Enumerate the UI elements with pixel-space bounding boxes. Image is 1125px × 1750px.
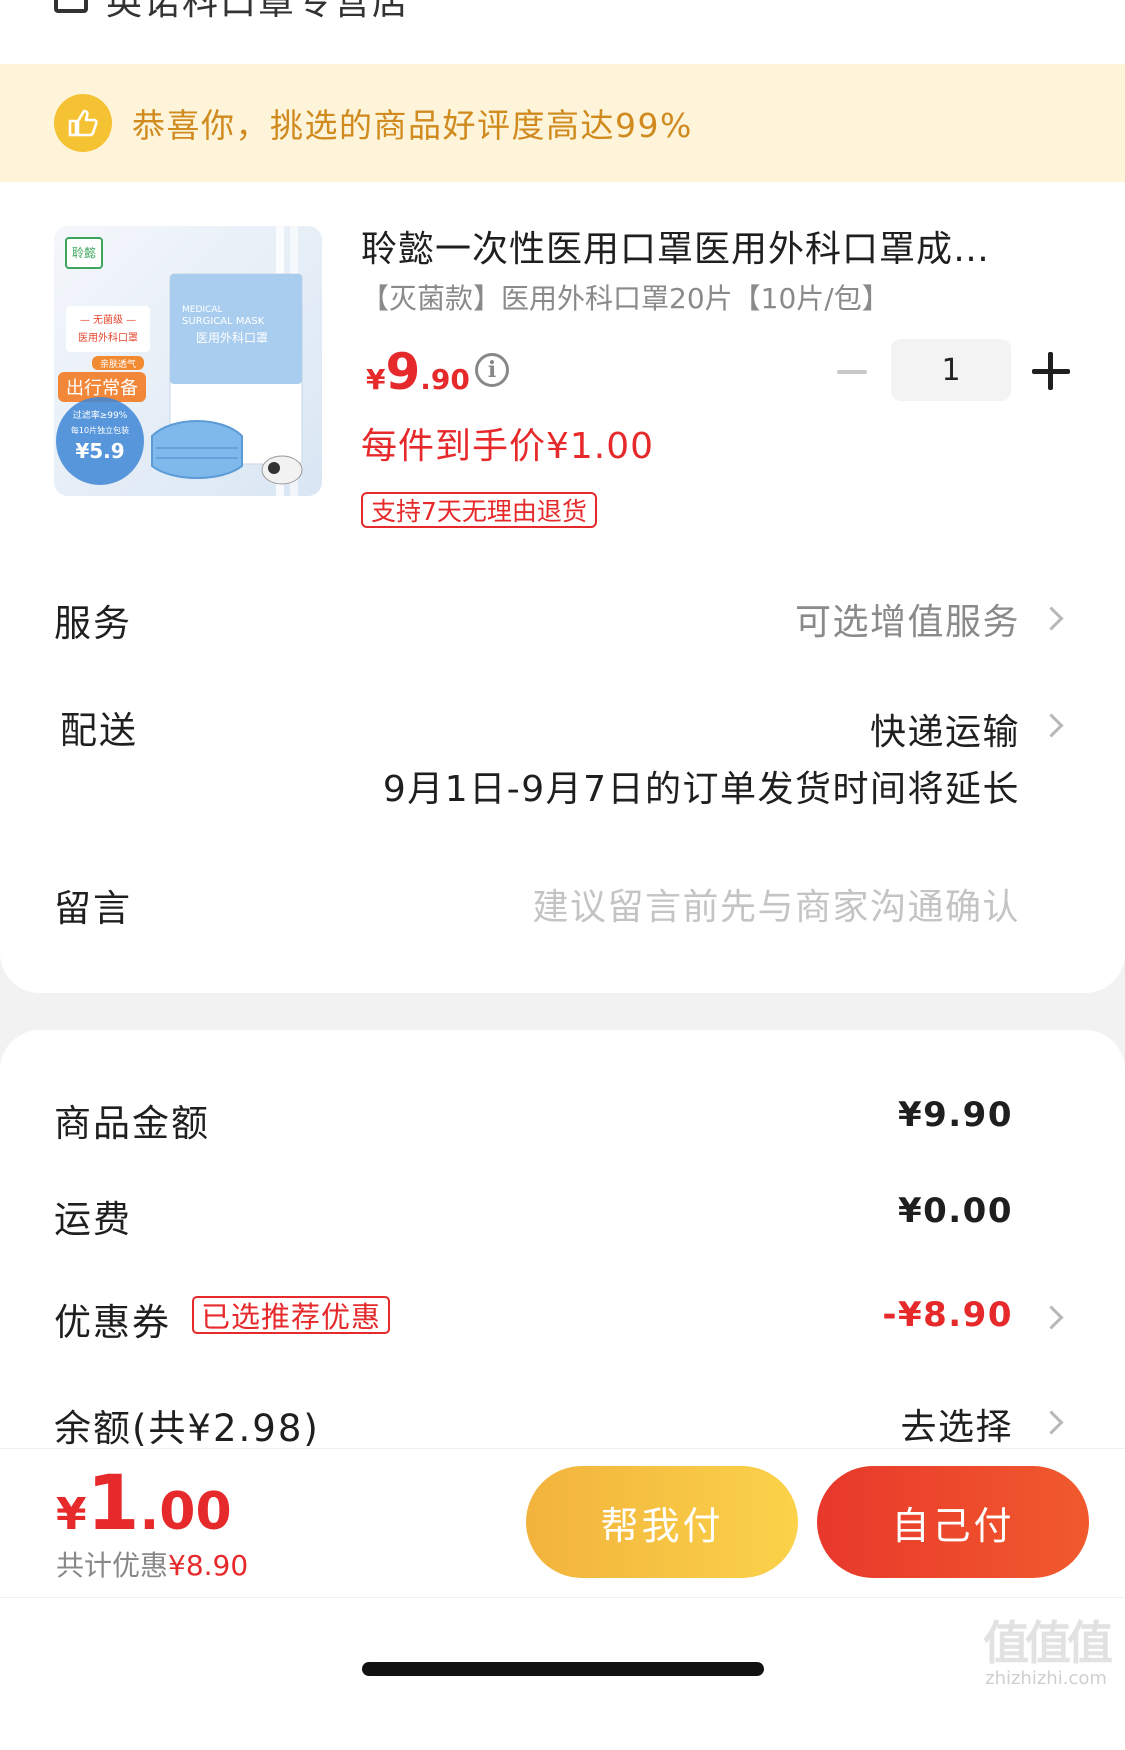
self-pay-button[interactable]: 自己付 bbox=[817, 1466, 1089, 1578]
shipping-value: ¥0.00 bbox=[897, 1191, 1013, 1231]
balance-select[interactable]: 去选择 bbox=[900, 1398, 1013, 1450]
service-value[interactable]: 可选增值服务 bbox=[795, 593, 1020, 645]
total-decimal: .00 bbox=[139, 1482, 232, 1542]
return-policy-tag: 支持7天无理由退货 bbox=[361, 492, 597, 528]
price-integer: 9 bbox=[385, 343, 421, 401]
balance-label: 余额(共¥2.98) bbox=[54, 1407, 320, 1450]
info-icon[interactable]: i bbox=[475, 353, 509, 387]
quantity-decrease-button[interactable] bbox=[834, 354, 870, 390]
travel-text: 出行常备 bbox=[66, 378, 138, 399]
product-title[interactable]: 聆懿一次性医用口罩医用外科口罩成… bbox=[361, 220, 990, 272]
product-thumbnail[interactable]: 聆懿 — 无菌级 — 医用外科口罩 亲肤透气 出行常备 过滤率≥99% 每10片… bbox=[54, 226, 322, 496]
delivery-value[interactable]: 快递运输 bbox=[870, 703, 1020, 755]
message-label: 留言 bbox=[54, 887, 132, 930]
total-symbol: ¥ bbox=[56, 1489, 87, 1540]
price-decimal: .90 bbox=[420, 363, 470, 396]
delivery-label: 配送 bbox=[60, 709, 138, 752]
thumb-price-text: ¥5.9 bbox=[75, 439, 124, 463]
saved-label: 共计优惠 bbox=[56, 1549, 169, 1582]
filter-text: 过滤率≥99% bbox=[73, 409, 128, 421]
surgical-text: 医用外科口罩 bbox=[78, 331, 138, 344]
praise-text: 恭喜你，挑选的商品好评度高达99% bbox=[132, 106, 693, 145]
total-saved: 共计优惠¥8.90 bbox=[56, 1544, 248, 1584]
store-icon bbox=[54, 0, 88, 13]
total-integer: 1 bbox=[86, 1458, 140, 1547]
coupon-tag: 已选推荐优惠 bbox=[192, 1296, 391, 1334]
coupon-label: 优惠券 bbox=[54, 1301, 171, 1344]
quantity-input[interactable]: 1 bbox=[891, 339, 1011, 401]
saved-amount: ¥8.90 bbox=[168, 1549, 249, 1582]
unit-price: 每件到手价¥1.00 bbox=[361, 426, 655, 467]
product-spec[interactable]: 【灭菌款】医用外科口罩20片【10片/包】 bbox=[361, 277, 890, 317]
price-symbol: ¥ bbox=[366, 363, 386, 396]
message-input[interactable]: 建议留言前先与商家沟通确认 bbox=[532, 878, 1020, 930]
help-pay-button[interactable]: 帮我付 bbox=[526, 1466, 798, 1578]
watermark-glyph: 值值值 bbox=[983, 1616, 1113, 1670]
goods-amount-label: 商品金额 bbox=[54, 1102, 210, 1145]
breathable-text: 亲肤透气 bbox=[100, 358, 136, 370]
praise-banner: 恭喜你，挑选的商品好评度高达99% bbox=[0, 64, 1125, 182]
shop-name: 英诺科口罩专营店 bbox=[106, 0, 411, 23]
sterile-text: — 无菌级 — bbox=[80, 314, 136, 326]
pack-text: 每10片独立包装 bbox=[71, 425, 129, 435]
medical-en1: MEDICAL bbox=[182, 305, 223, 315]
brand-logo-text: 聆懿 bbox=[72, 245, 96, 260]
delivery-note: 9月1日-9月7日的订单发货时间将延长 bbox=[382, 769, 1020, 810]
goods-amount-value: ¥9.90 bbox=[897, 1095, 1013, 1135]
coupon-value[interactable]: -¥8.90 bbox=[882, 1295, 1013, 1335]
medical-en2: SURGICAL MASK bbox=[182, 316, 265, 327]
service-label: 服务 bbox=[54, 602, 132, 645]
watermark-text: zhizhizhi.com bbox=[985, 1668, 1107, 1689]
shipping-label: 运费 bbox=[54, 1198, 132, 1241]
total-price: ¥ 1 .00 bbox=[56, 1458, 232, 1547]
home-indicator bbox=[362, 1662, 764, 1676]
quantity-increase-button[interactable] bbox=[1032, 352, 1070, 390]
watermark: 值值值 zhizhizhi.com bbox=[972, 1618, 1120, 1696]
thumbs-up-icon bbox=[54, 94, 112, 152]
product-price: ¥ 9 .90 bbox=[366, 343, 470, 401]
package-label: 医用外科口罩 bbox=[196, 331, 268, 345]
shop-header[interactable]: 英诺科口罩专营店 bbox=[54, 0, 410, 24]
